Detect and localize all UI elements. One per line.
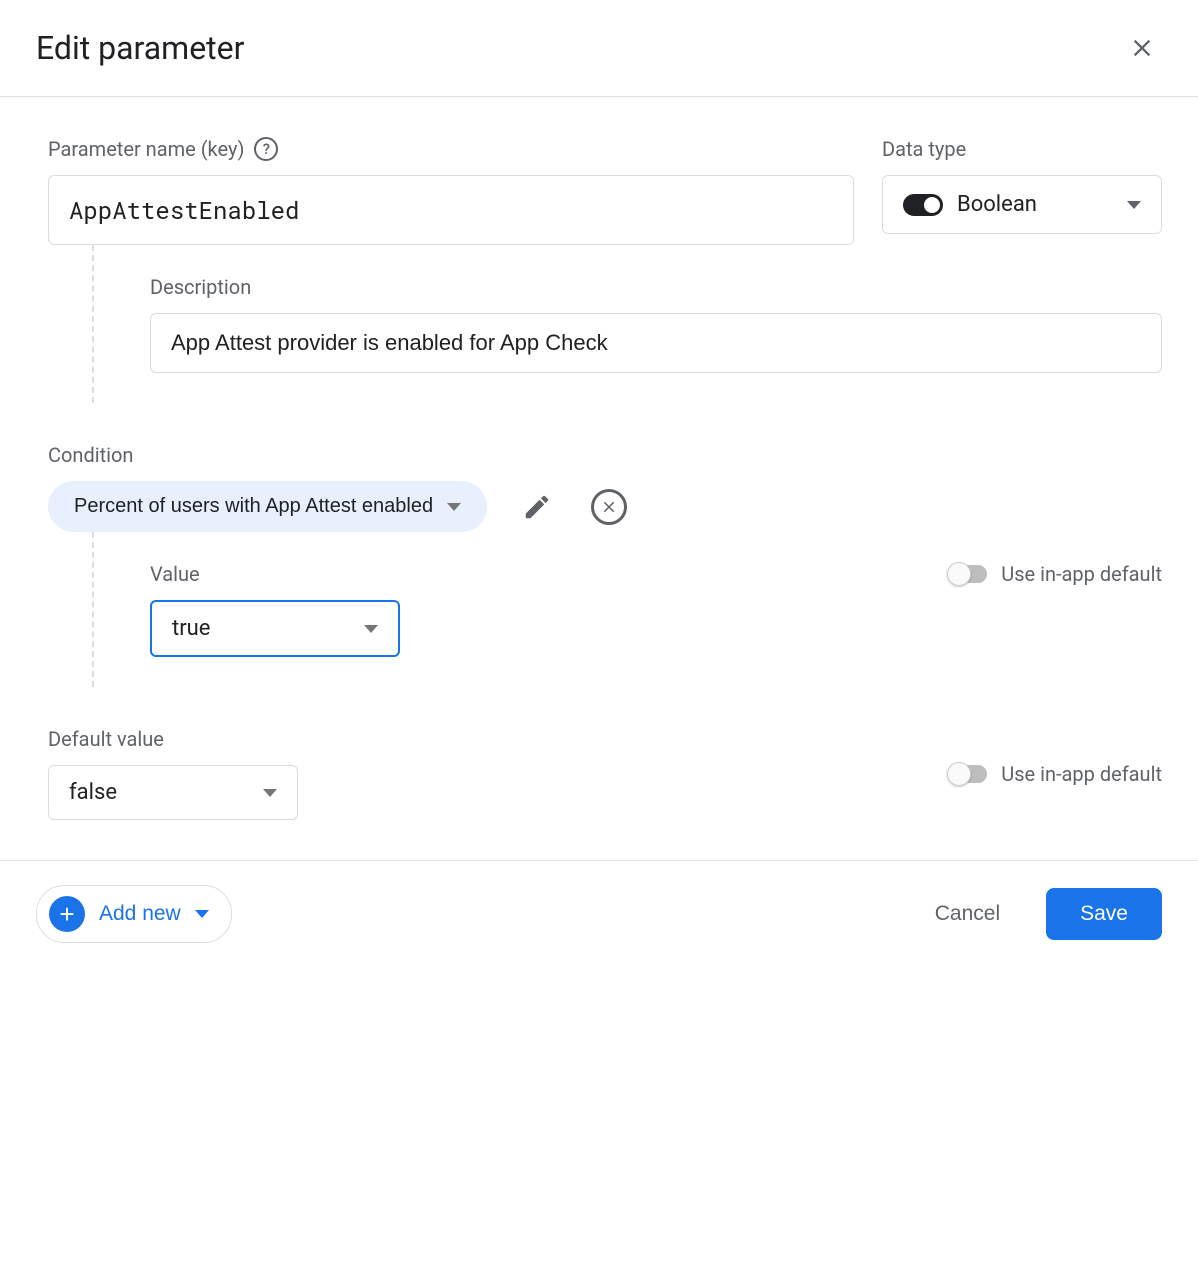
- default-value-field: Default value false: [48, 727, 298, 820]
- chevron-down-icon: [263, 789, 277, 797]
- condition-chip[interactable]: Percent of users with App Attest enabled: [48, 481, 487, 532]
- condition-inapp-default: Use in-app default: [949, 562, 1162, 586]
- footer-actions: Cancel Save: [919, 888, 1162, 940]
- data-type-label: Data type: [882, 137, 1162, 161]
- close-button[interactable]: [1122, 28, 1162, 68]
- param-name-label: Parameter name (key) ?: [48, 137, 854, 161]
- chevron-down-icon: [1127, 201, 1141, 209]
- close-icon: [1128, 34, 1156, 62]
- help-icon[interactable]: ?: [254, 137, 278, 161]
- dialog-header: Edit parameter: [0, 0, 1198, 97]
- condition-row: Percent of users with App Attest enabled: [48, 481, 1162, 532]
- dialog-footer: + Add new Cancel Save: [0, 860, 1198, 967]
- dialog-body: Parameter name (key) ? Data type Boolean…: [0, 97, 1198, 860]
- condition-label: Condition: [48, 443, 1162, 467]
- condition-value-text: true: [172, 616, 210, 641]
- data-type-select[interactable]: Boolean: [882, 175, 1162, 234]
- data-type-value: Boolean: [957, 192, 1037, 217]
- condition-value-block: Value true Use in-app default: [92, 532, 1162, 687]
- default-inapp-label: Use in-app default: [1001, 762, 1162, 786]
- description-block: Description: [92, 245, 1162, 403]
- pencil-icon: [522, 492, 552, 522]
- chevron-down-icon: [364, 625, 378, 633]
- edit-condition-button[interactable]: [515, 485, 559, 529]
- condition-section: Condition Percent of users with App Atte…: [48, 443, 1162, 687]
- save-button[interactable]: Save: [1046, 888, 1162, 940]
- default-value-label: Default value: [48, 727, 298, 751]
- top-row: Parameter name (key) ? Data type Boolean: [48, 137, 1162, 245]
- condition-inapp-toggle[interactable]: [949, 565, 987, 583]
- param-name-input[interactable]: [48, 175, 854, 245]
- condition-chip-text: Percent of users with App Attest enabled: [74, 495, 433, 518]
- default-inapp-toggle[interactable]: [949, 765, 987, 783]
- param-name-label-text: Parameter name (key): [48, 137, 244, 161]
- param-name-field: Parameter name (key) ?: [48, 137, 854, 245]
- value-field: Value true: [150, 562, 400, 657]
- dialog-title: Edit parameter: [36, 29, 244, 67]
- default-value-row: Default value false Use in-app default: [48, 727, 1162, 820]
- chevron-down-icon: [447, 503, 461, 511]
- cancel-button[interactable]: Cancel: [919, 890, 1016, 938]
- close-circle-icon: [591, 489, 627, 525]
- plus-icon: +: [49, 896, 85, 932]
- default-inapp-default: Use in-app default: [949, 762, 1162, 786]
- data-type-field: Data type Boolean: [882, 137, 1162, 234]
- condition-inapp-label: Use in-app default: [1001, 562, 1162, 586]
- add-new-label: Add new: [99, 902, 181, 926]
- add-new-button[interactable]: + Add new: [36, 885, 232, 943]
- boolean-icon: [903, 194, 943, 216]
- remove-condition-button[interactable]: [587, 485, 631, 529]
- default-value-text: false: [69, 780, 117, 805]
- value-row: Value true Use in-app default: [150, 562, 1162, 657]
- description-label: Description: [150, 275, 1162, 299]
- description-input[interactable]: [150, 313, 1162, 373]
- condition-value-select[interactable]: true: [150, 600, 400, 657]
- chevron-down-icon: [195, 910, 209, 918]
- value-label: Value: [150, 562, 400, 586]
- default-value-select[interactable]: false: [48, 765, 298, 820]
